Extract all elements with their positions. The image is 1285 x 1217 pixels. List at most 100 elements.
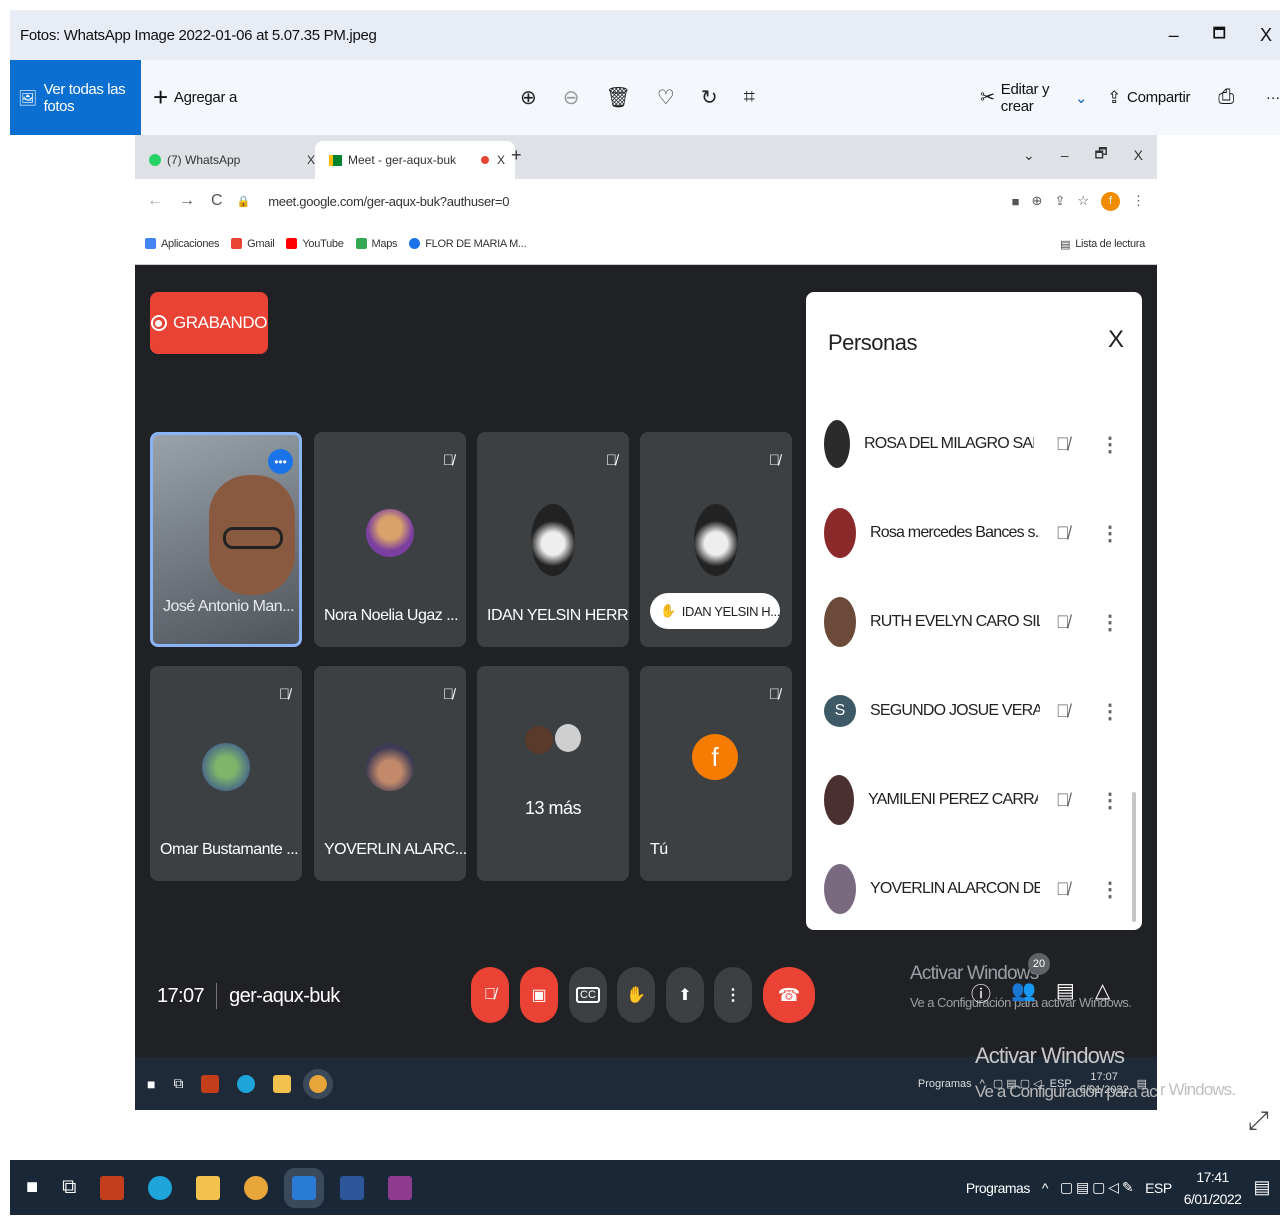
close-window-button[interactable]: X [1260,25,1272,46]
raise-hand-button[interactable]: ✋ [617,967,655,1023]
add-to-button[interactable]: + Agregar a [153,82,237,113]
participant-tile[interactable]: 🎙̸ IDAN YELSIN HERR... [477,432,629,647]
people-row[interactable]: YOVERLIN ALARCON DEL... 🎙̸ ⋮ [824,859,1124,919]
kebab-menu-icon[interactable]: ⋮ [1100,432,1120,457]
participant-tile[interactable]: 🎙̸ Nora Noelia Ugaz ... [314,432,466,647]
info-icon[interactable]: ⓘ [971,978,991,1007]
browser-close-icon[interactable]: X [1134,147,1143,163]
pinned-name-pill[interactable]: ✋ IDAN YELSIN H... [650,593,780,629]
rotate-icon[interactable]: ↻ [701,85,718,110]
word-icon[interactable] [340,1175,365,1200]
edit-create-button[interactable]: ✂ Editar y crear ⌄ [980,81,1087,115]
bookmark-star-icon[interactable]: ☆ [1077,193,1089,209]
people-panel: Personas X ROSA DEL MILAGRO SAN... 🎙̸ ⋮ … [806,292,1142,930]
kebab-menu-icon[interactable]: ⋮ [1100,699,1120,724]
see-all-photos-button[interactable]: 🖼 Ver todas las fotos [10,60,141,135]
edge-icon[interactable] [237,1074,256,1093]
windows-start-icon[interactable]: ■ [26,1176,38,1199]
people-row[interactable]: RUTH EVELYN CARO SILVA 🎙̸ ⋮ [824,592,1124,652]
task-view-icon[interactable]: ⧉ [62,1176,76,1199]
end-call-button[interactable]: ☎ [763,967,815,1023]
delete-icon[interactable]: 🗑 [606,85,631,110]
activities-icon[interactable]: △ [1095,978,1110,1007]
close-tab-icon[interactable]: X [497,153,505,167]
chat-icon[interactable]: ▤ [1056,978,1075,1007]
present-button[interactable]: ⬆ [666,967,704,1023]
participant-tile[interactable]: 🎙̸ Omar Bustamante ... [150,666,302,881]
maximize-button[interactable]: 🗖 [1213,23,1226,47]
crop-icon[interactable]: ⌗ [744,86,755,109]
bookmark-apps[interactable]: Aplicaciones [145,238,219,250]
print-icon[interactable]: ⎙ [1218,86,1234,109]
chrome-icon[interactable] [303,1068,334,1099]
tray-icons[interactable]: ▢ ▤ ▢ ◁ ✎ [1060,1179,1134,1196]
favorite-icon[interactable]: ♡ [657,85,675,110]
participant-tile[interactable]: 🎙̸ ✋ IDAN YELSIN H... [640,432,792,647]
system-clock[interactable]: 17:41 6/01/2022 [1184,1166,1242,1210]
photos-app-icon[interactable] [284,1167,325,1208]
bookmark-gmail[interactable]: Gmail [231,238,275,250]
chrome-icon[interactable] [244,1175,269,1200]
self-tile[interactable]: 🎙̸ f Tú [640,666,792,881]
browser-minimize-icon[interactable]: – [1061,147,1069,163]
powerpoint-icon[interactable] [201,1074,220,1093]
language-indicator[interactable]: ESP [1145,1180,1172,1196]
share-button[interactable]: ⇪ Compartir [1107,88,1190,108]
more-participants-tile[interactable]: 13 más [477,666,629,881]
kebab-menu-icon[interactable]: ⋮ [1100,521,1120,546]
participant-tile[interactable]: ••• José Antonio Man... [150,432,302,647]
more-options-button[interactable]: ⋮ [714,967,752,1023]
programs-label[interactable]: Programas [966,1180,1030,1196]
powerpoint-icon[interactable] [100,1175,125,1200]
edge-icon[interactable] [148,1175,173,1200]
camera-icon[interactable]: ■ [1012,194,1020,209]
camera-toggle-button[interactable]: ▣ [520,967,558,1023]
kebab-menu-icon[interactable]: ⋮ [1100,788,1120,813]
bookmark-youtube[interactable]: YouTube [286,238,344,250]
kebab-menu-icon[interactable]: ⋮ [1132,193,1145,209]
mic-toggle-button[interactable]: 🎙̸ [471,967,509,1023]
notification-icon[interactable]: ▤ [1253,1177,1270,1198]
people-icon[interactable]: 👥 [1011,978,1036,1007]
participant-avatar [202,743,250,792]
people-row[interactable]: YAMILENI PEREZ CARRAS... 🎙̸ ⋮ [824,770,1124,830]
back-icon[interactable]: ← [147,192,163,210]
more-button[interactable]: ··· [1266,89,1280,106]
zoom-in-icon[interactable]: ⊕ [520,85,537,110]
kebab-menu-icon[interactable]: ⋮ [1100,877,1120,902]
task-view-icon[interactable]: ⧉ [173,1075,183,1092]
browser-restore-icon[interactable]: 🗗 [1095,143,1108,167]
forward-icon[interactable]: → [179,192,195,210]
people-row[interactable]: Rosa mercedes Bances s... 🎙̸ ⋮ [824,503,1124,563]
more-options-icon[interactable]: ••• [268,449,293,474]
close-tab-icon[interactable]: X [307,153,315,167]
file-explorer-icon[interactable] [273,1074,292,1093]
people-row[interactable]: ROSA DEL MILAGRO SAN... 🎙̸ ⋮ [824,414,1124,474]
zoom-icon[interactable]: ⊕ [1032,193,1043,209]
profile-avatar[interactable]: f [1101,191,1120,211]
chevron-up-icon[interactable]: ^ [1042,1180,1049,1196]
winrar-icon[interactable] [388,1175,413,1200]
url-text[interactable]: meet.google.com/ger-aqux-buk?authuser=0 [268,194,509,209]
reload-icon[interactable]: C [211,192,223,210]
participant-tile[interactable]: 🎙̸ YOVERLIN ALARC... [314,666,466,881]
panel-scrollbar[interactable] [1132,792,1136,922]
reading-list-button[interactable]: ▤ Lista de lectura [1060,223,1145,265]
share-page-icon[interactable]: ⇪ [1054,193,1065,209]
close-panel-button[interactable]: X [1108,326,1124,354]
file-explorer-icon[interactable] [196,1175,221,1200]
kebab-menu-icon[interactable]: ⋮ [1100,610,1120,635]
tab-search-icon[interactable]: ⌄ [1023,147,1035,164]
bookmark-flor[interactable]: FLOR DE MARIA M... [409,238,527,250]
zoom-out-icon[interactable]: ⊖ [563,85,580,110]
tab-meet[interactable]: Meet - ger-aqux-buk X [315,141,515,179]
captions-button[interactable]: CC [569,967,607,1023]
people-row[interactable]: S SEGUNDO JOSUE VERA I... 🎙̸ ⋮ [824,681,1124,741]
new-tab-button[interactable]: + [511,145,522,166]
fullscreen-expand-icon[interactable]: ⤢ [1248,1105,1269,1137]
bookmark-maps[interactable]: Maps [355,238,398,250]
windows-start-icon[interactable]: ■ [147,1076,155,1092]
programs-label[interactable]: Programas [918,1078,972,1090]
tab-whatsapp[interactable]: (7) WhatsApp X [135,141,325,179]
minimize-button[interactable]: – [1169,25,1179,46]
